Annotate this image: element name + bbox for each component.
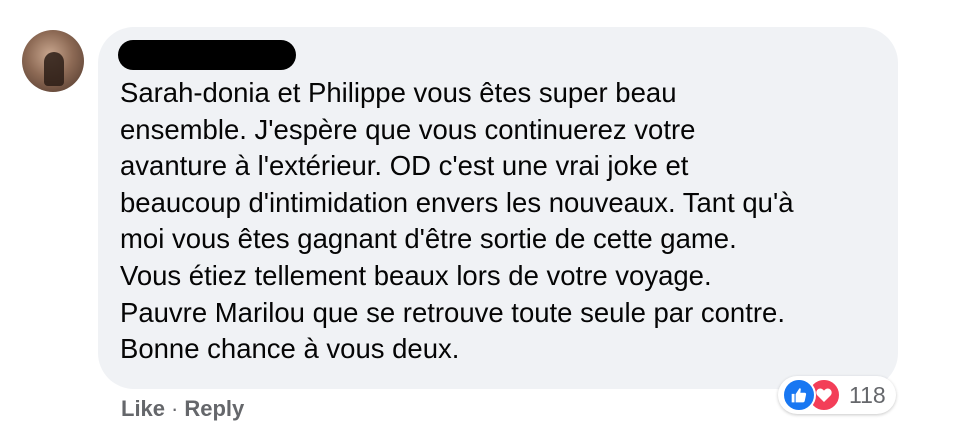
comment-line: ensemble. J'espère que vous continuerez … bbox=[120, 113, 696, 145]
action-separator: · bbox=[171, 396, 179, 421]
reply-button[interactable]: Reply bbox=[184, 396, 244, 422]
comment-line: Pauvre Marilou que se retrouve toute seu… bbox=[120, 296, 785, 328]
avatar[interactable] bbox=[22, 30, 84, 92]
avatar-photo bbox=[44, 52, 64, 86]
author-name-redacted[interactable] bbox=[118, 40, 296, 70]
comment-line: moi vous êtes gagnant d'être sortie de c… bbox=[120, 223, 737, 255]
reaction-count: 118 bbox=[849, 381, 886, 408]
comment-line: avanture à l'extérieur. OD c'est une vra… bbox=[120, 150, 689, 182]
comment-actions: Like · Reply bbox=[121, 396, 244, 422]
like-icon bbox=[782, 378, 816, 412]
like-button[interactable]: Like bbox=[121, 396, 165, 422]
comment-line: Bonne chance à vous deux. bbox=[120, 333, 460, 365]
comment-line: beaucoup d'intimidation envers les nouve… bbox=[120, 186, 794, 218]
reactions-summary[interactable]: 118 bbox=[778, 376, 896, 414]
comment-bubble: Sarah-donia et Philippe vous êtes super … bbox=[98, 27, 898, 389]
comment-line: Sarah-donia et Philippe vous êtes super … bbox=[120, 77, 677, 108]
comment-text: Sarah-donia et Philippe vous êtes super … bbox=[120, 75, 890, 368]
comment-line: Vous étiez tellement beaux lors de votre… bbox=[120, 259, 712, 291]
